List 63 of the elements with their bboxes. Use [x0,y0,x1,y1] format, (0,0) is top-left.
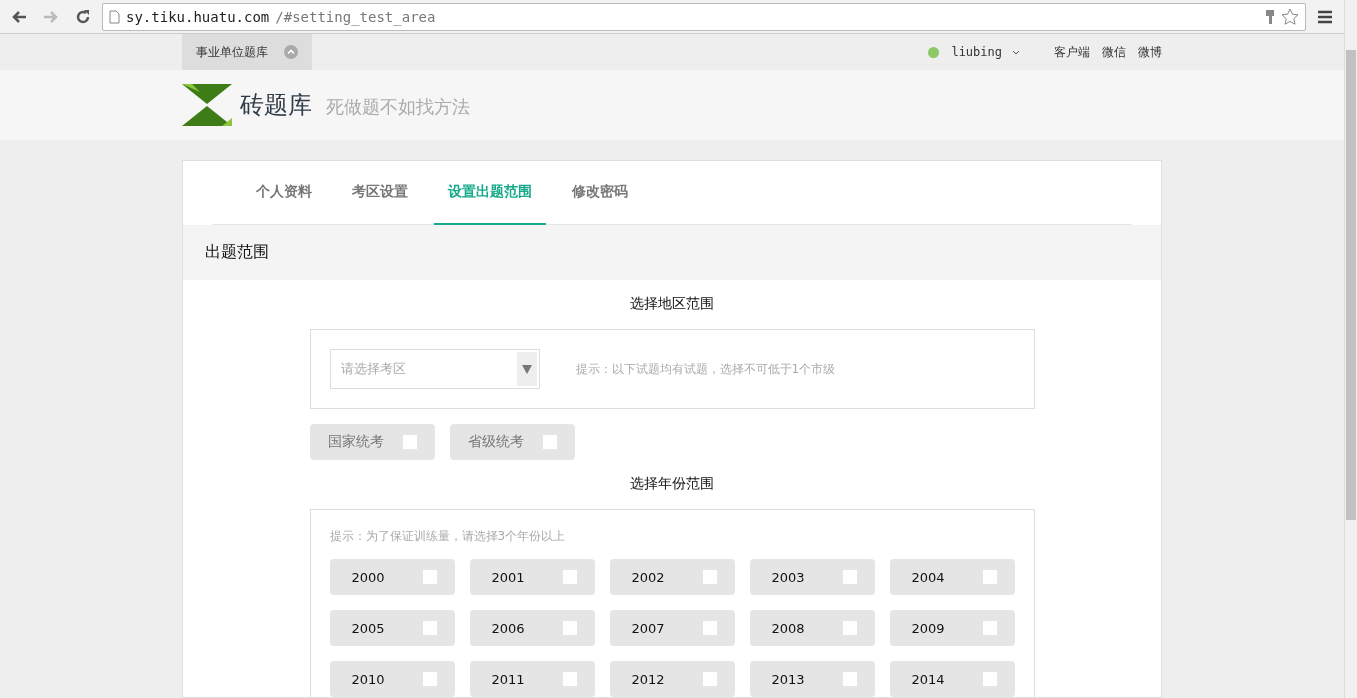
checkbox[interactable] [422,621,437,635]
checkbox[interactable] [842,672,857,686]
top-link[interactable]: 客户端 [1054,43,1090,61]
checkbox[interactable] [562,672,577,686]
checkbox[interactable] [422,672,437,686]
region-hint: 提示：以下试题均有试题，选择不可低于1个市级 [575,360,836,378]
year-option[interactable]: 2008 [749,610,875,646]
exam-level-option[interactable]: 省级统考 [449,424,575,460]
top-link[interactable]: 微信 [1102,43,1126,61]
star-icon[interactable] [1281,7,1299,26]
year-option[interactable]: 2004 [889,559,1015,595]
year-option[interactable]: 2005 [329,610,455,646]
checkbox[interactable] [982,672,997,686]
menu-icon [1317,9,1333,24]
forward-arrow-icon [43,9,59,24]
checkbox[interactable] [562,621,577,635]
year-option[interactable]: 2011 [469,661,595,697]
checkbox[interactable] [982,621,997,635]
year-hint: 提示：为了保证训练量，请选择3个年份以上 [329,528,567,545]
url-host: sy.tiku.huatu.com [126,8,270,25]
back-arrow-icon [11,9,27,24]
settings-tab[interactable]: 考区设置 [338,161,422,225]
year-option[interactable]: 2012 [609,661,735,697]
year-option[interactable]: 2002 [609,559,735,595]
page-icon [109,9,120,24]
year-option[interactable]: 2009 [889,610,1015,646]
year-option[interactable]: 2000 [329,559,455,595]
section-title: 出题范围 [183,225,1161,280]
region-title: 选择地区范围 [629,295,715,313]
checkbox[interactable] [702,621,717,635]
slogan: 死做题不如找方法 [326,95,470,119]
year-option[interactable]: 2014 [889,661,1015,697]
checkbox[interactable] [562,570,577,584]
checkbox[interactable] [422,570,437,584]
top-link[interactable]: 微博 [1138,43,1162,61]
address-bar[interactable]: sy.tiku.huatu.com /#setting_test_area [102,2,1306,31]
exam-bank-dropdown[interactable]: 事业单位题库 [182,34,312,70]
scrollbar[interactable] [1344,0,1357,698]
year-option[interactable]: 2003 [749,559,875,595]
checkbox[interactable] [702,570,717,584]
exam-level-option[interactable]: 国家统考 [309,424,435,460]
year-option[interactable]: 2013 [749,661,875,697]
logo-icon [182,84,232,126]
key-icon[interactable] [1265,8,1275,25]
reload-icon [75,8,91,25]
url-path: /#setting_test_area [275,8,437,25]
checkbox[interactable] [842,570,857,584]
checkbox[interactable] [542,435,557,449]
year-option[interactable]: 2007 [609,610,735,646]
checkbox[interactable] [702,672,717,686]
checkbox[interactable] [842,621,857,635]
year-option[interactable]: 2006 [469,610,595,646]
year-option[interactable]: 2001 [469,559,595,595]
year-title: 选择年份范围 [629,475,715,493]
checkbox[interactable] [402,435,417,449]
settings-tab[interactable]: 修改密码 [558,161,642,225]
caret-icon [1012,49,1020,55]
chevron-up-icon [284,45,298,59]
user-menu[interactable]: liubing [951,45,1020,59]
settings-tab[interactable]: 个人资料 [242,161,326,225]
site-logo-text: 砖题库 [240,90,312,121]
checkbox[interactable] [982,570,997,584]
year-option[interactable]: 2010 [329,661,455,697]
